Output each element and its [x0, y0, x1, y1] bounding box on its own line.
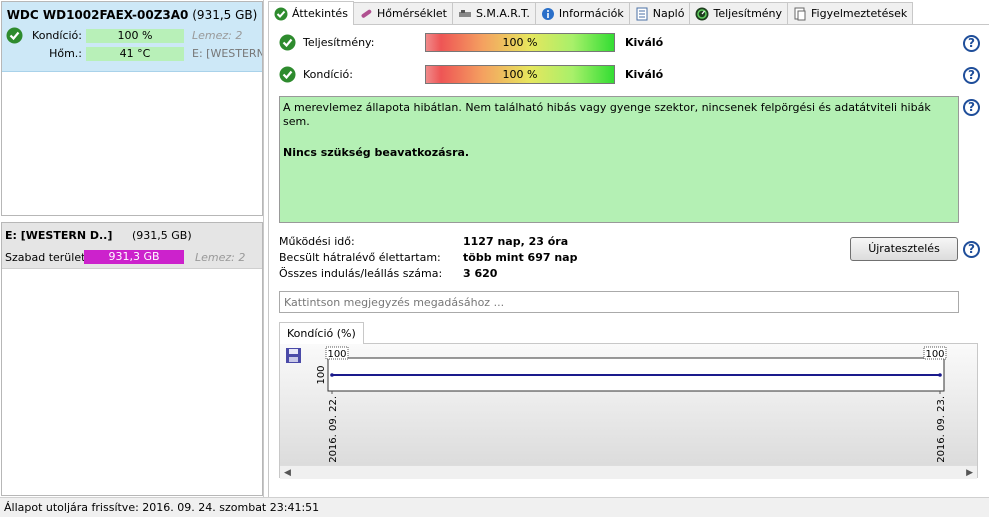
- uptime-label: Működési idő:: [279, 235, 355, 248]
- condition-chart: 100 2016. 09. 22. 100 2016. 09. 23. 100 ◀ ▶: [279, 343, 978, 479]
- tab-smart[interactable]: S.M.A.R.T.: [451, 2, 536, 24]
- disk-model: WDC WD1002FAEX-00Z3A0: [6, 8, 189, 22]
- action-message: Nincs szükség beavatkozásra.: [283, 146, 470, 159]
- scroll-left-icon[interactable]: ◀: [284, 466, 291, 480]
- point-label: 100: [925, 349, 944, 360]
- retest-button[interactable]: Újratesztelés: [850, 237, 958, 261]
- disk-number: Lemez: 2: [192, 29, 243, 42]
- tab-condition-chart[interactable]: Kondíció (%): [279, 322, 364, 344]
- volume-header: E: [WESTERN D..] (931,5 GB) Szabad terül…: [2, 223, 262, 269]
- horizontal-scrollbar[interactable]: ◀ ▶: [280, 465, 977, 479]
- data-point: [330, 373, 334, 377]
- data-point: [938, 373, 942, 377]
- health-message: A merevlemez állapota hibátlan. Nem talá…: [283, 101, 931, 128]
- help-icon[interactable]: ?: [963, 67, 980, 84]
- status-bar: Állapot utoljára frissítve: 2016. 09. 24…: [0, 497, 989, 517]
- condition-label: Kondíció:: [32, 29, 82, 42]
- note-input[interactable]: Kattintson megjegyzés megadásához ...: [279, 291, 959, 313]
- volume-disk-number: Lemez: 2: [195, 251, 246, 264]
- health-status-box: A merevlemez állapota hibátlan. Nem talá…: [279, 96, 959, 223]
- temperature-bar: 41 °C: [86, 47, 184, 61]
- tab-label: Áttekintés: [292, 7, 348, 20]
- gauge-icon: [695, 7, 709, 21]
- tab-label: Teljesítmény: [713, 7, 783, 20]
- condition-row: Kondíció: 100 % Kiváló: [279, 65, 979, 85]
- performance-rating: Kiváló: [625, 36, 664, 49]
- tab-label: Napló: [652, 7, 685, 20]
- log-icon: [635, 7, 649, 21]
- thermometer-icon: [359, 7, 373, 21]
- check-icon: [279, 34, 296, 54]
- tab-label: S.M.A.R.T.: [475, 7, 530, 20]
- condition-rating: Kiváló: [625, 68, 664, 81]
- x-tick-label: 2016. 09. 23.: [936, 396, 947, 463]
- disk-header: WDC WD1002FAEX-00Z3A0 (931,5 GB) Kondíci…: [2, 2, 262, 72]
- disk-title: WDC WD1002FAEX-00Z3A0 (931,5 GB): [2, 8, 262, 22]
- condition-bar: 100 %: [425, 65, 615, 84]
- free-space-label: Szabad terület: [5, 251, 86, 264]
- check-icon: [6, 27, 23, 47]
- left-panel: WDC WD1002FAEX-00Z3A0 (931,5 GB) Kondíci…: [0, 0, 264, 497]
- tab-label: Hőmérséklet: [376, 7, 447, 20]
- save-icon[interactable]: [286, 348, 301, 363]
- disk-capacity: (931,5 GB): [192, 8, 258, 22]
- alerts-icon: [793, 7, 807, 21]
- volume-name: E: [WESTERN D..]: [5, 229, 113, 242]
- uptime-value: 1127 nap, 23 óra: [463, 235, 569, 248]
- tab-alerts[interactable]: Figyelmeztetések: [787, 2, 914, 24]
- tab-log[interactable]: Napló: [628, 2, 691, 24]
- tab-overview[interactable]: Áttekintés: [268, 1, 354, 25]
- start-stop-label: Összes indulás/leállás száma:: [279, 267, 443, 280]
- tab-temperature[interactable]: Hőmérséklet: [352, 2, 453, 24]
- tab-label: Információk: [558, 7, 624, 20]
- tab-label: Figyelmeztetések: [811, 7, 908, 20]
- y-tick-label: 100: [316, 365, 327, 384]
- info-icon: [541, 7, 555, 21]
- temperature-label: Hőm.:: [49, 47, 82, 60]
- help-icon[interactable]: ?: [963, 35, 980, 52]
- remaining-life-value: több mint 697 nap: [463, 251, 578, 264]
- volume-ref: E: [WESTERN: [192, 47, 262, 60]
- x-tick-label: 2016. 09. 22.: [328, 396, 339, 463]
- remaining-life-label: Becsült hátralévő élettartam:: [279, 251, 441, 264]
- help-icon[interactable]: ?: [963, 99, 980, 116]
- disk-info: Működési idő: 1127 nap, 23 óra Becsült há…: [279, 235, 579, 283]
- smart-icon: [458, 7, 472, 21]
- free-space-bar: 931,3 GB: [84, 250, 184, 264]
- check-icon: [274, 7, 288, 21]
- tab-bar: Áttekintés Hőmérséklet S.M.A.R.T. Inform…: [268, 1, 989, 25]
- volume-size: (931,5 GB): [132, 229, 192, 242]
- performance-row: Teljesítmény: 100 % Kiváló: [279, 33, 979, 53]
- scroll-right-icon[interactable]: ▶: [966, 466, 973, 480]
- start-stop-value: 3 620: [463, 267, 498, 280]
- tab-information[interactable]: Információk: [534, 2, 630, 24]
- disk-card[interactable]: WDC WD1002FAEX-00Z3A0 (931,5 GB) Kondíci…: [1, 1, 263, 216]
- condition-label: Kondíció:: [303, 68, 353, 81]
- chart-svg: 100 2016. 09. 22. 100 2016. 09. 23. 100: [286, 346, 947, 463]
- help-icon[interactable]: ?: [963, 241, 980, 258]
- point-label: 100: [327, 349, 346, 360]
- overview-panel: Teljesítmény: 100 % Kiváló ? Kondíció: 1…: [268, 25, 989, 497]
- volume-card[interactable]: E: [WESTERN D..] (931,5 GB) Szabad terül…: [1, 222, 263, 496]
- performance-label: Teljesítmény:: [303, 36, 375, 49]
- performance-bar: 100 %: [425, 33, 615, 52]
- check-icon: [279, 66, 296, 86]
- condition-bar: 100 %: [86, 29, 184, 43]
- tab-performance[interactable]: Teljesítmény: [689, 2, 789, 24]
